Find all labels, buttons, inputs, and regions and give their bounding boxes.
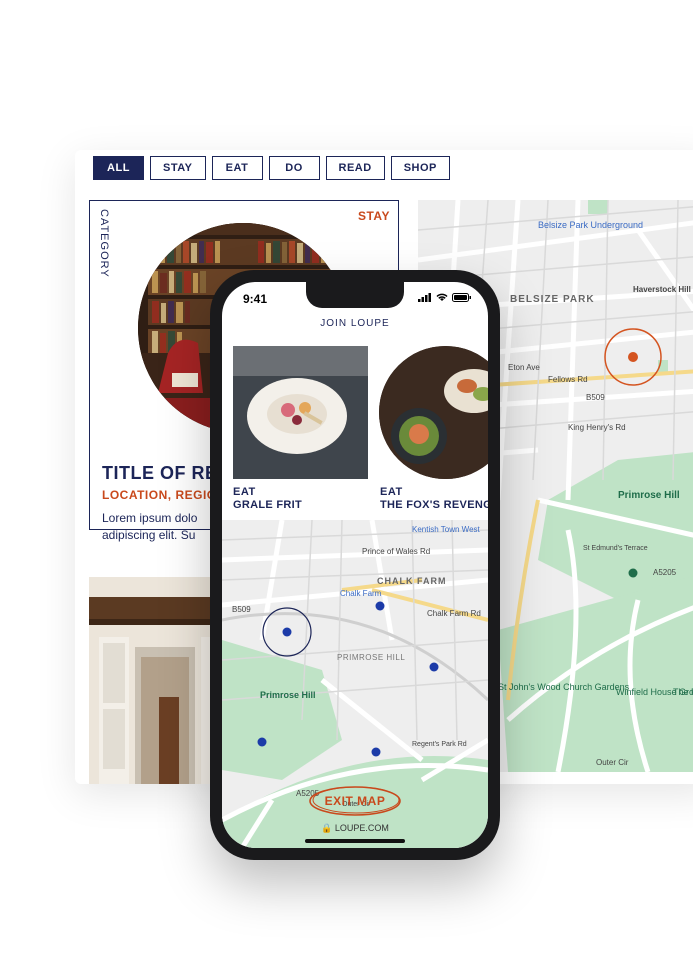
tab-all[interactable]: ALL <box>93 156 144 180</box>
map-label-b509: B509 <box>232 605 251 614</box>
map-label-belsize: BELSIZE PARK <box>510 294 595 305</box>
food-photo-grale-frit[interactable] <box>233 346 368 479</box>
map-label-haverstock: Haverstock Hill <box>633 285 691 294</box>
listing-location: LOCATION, REGIO <box>102 488 217 502</box>
exit-map-button[interactable]: EXIT MAP <box>309 786 401 816</box>
map-label-regents: Regent's Park Rd <box>412 741 467 748</box>
item-category-2: EAT <box>380 486 403 498</box>
category-tabs: ALL STAY EAT DO READ SHOP <box>93 156 450 180</box>
food-photo-foxs-revenge[interactable] <box>379 346 488 479</box>
phone-device: Kentish Town West Prince of Wales Rd CHA… <box>210 270 500 860</box>
tab-read[interactable]: READ <box>325 156 385 180</box>
map-label-thepr: The Pr <box>673 687 693 697</box>
tab-shop[interactable]: SHOP <box>390 156 450 180</box>
item-category-1: EAT <box>233 486 256 498</box>
battery-icon <box>452 293 471 302</box>
category-vertical-label: CATEGORY <box>98 209 110 278</box>
item-name-2[interactable]: THE FOX'S REVENG <box>380 499 488 511</box>
home-indicator[interactable] <box>305 839 405 843</box>
map-label-stedmunds: St Edmund's Terrace <box>583 545 648 552</box>
tab-stay[interactable]: STAY <box>150 156 206 180</box>
map-label-fellows: Fellows Rd <box>548 375 588 384</box>
tab-do[interactable]: DO <box>268 156 320 180</box>
status-time: 9:41 <box>243 292 268 306</box>
map-label-primrosehill-park: Primrose Hill <box>260 690 316 700</box>
listing-title: TITLE OF RE <box>102 463 218 483</box>
map-label-kentish: Kentish Town West <box>412 525 481 534</box>
interior-photo <box>89 577 229 784</box>
map-label-chalkfarm: CHALK FARM <box>377 576 447 586</box>
status-icons <box>418 293 472 302</box>
map-label-station: Belsize Park Underground <box>538 220 643 230</box>
url-bar: 🔒 LOUPE.COM <box>222 823 488 834</box>
map-label-chalkstation: Chalk Farm <box>340 589 382 598</box>
signal-icon <box>418 293 431 302</box>
map-label-stjohns: St John's Wood Church Gardens <box>498 682 630 692</box>
place-carousel: EAT GRALE FRIT EAT THE FOX'S REVENG <box>222 330 488 520</box>
map-label-princeofwales: Prince of Wales Rd <box>362 547 430 556</box>
map-label-primrose: Primrose Hill <box>618 490 680 501</box>
phone-notch <box>306 282 404 308</box>
map-label-kinghenry: King Henry's Rd <box>568 423 626 432</box>
map-label-chalkrd: Chalk Farm Rd <box>427 609 481 618</box>
category-tag: STAY <box>357 209 390 223</box>
phone-screen: Kentish Town West Prince of Wales Rd CHA… <box>222 282 488 848</box>
map-label-a5205: A5205 <box>653 568 677 577</box>
wifi-icon <box>436 293 448 301</box>
map-label-b509: B509 <box>586 393 605 402</box>
tab-eat[interactable]: EAT <box>211 156 263 180</box>
map-label-primrosehill-area: PRIMROSE HILL <box>337 653 405 662</box>
url-text: LOUPE.COM <box>334 823 389 833</box>
lock-icon: 🔒 <box>321 823 333 833</box>
map-label-outer: Outer Cir <box>596 758 629 767</box>
scribble-circle-icon <box>309 786 401 816</box>
brand-logo[interactable]: JOIN LOUPE <box>222 318 488 329</box>
map-label-eton: Eton Ave <box>508 363 540 372</box>
item-name-1[interactable]: GRALE FRIT <box>233 499 302 511</box>
